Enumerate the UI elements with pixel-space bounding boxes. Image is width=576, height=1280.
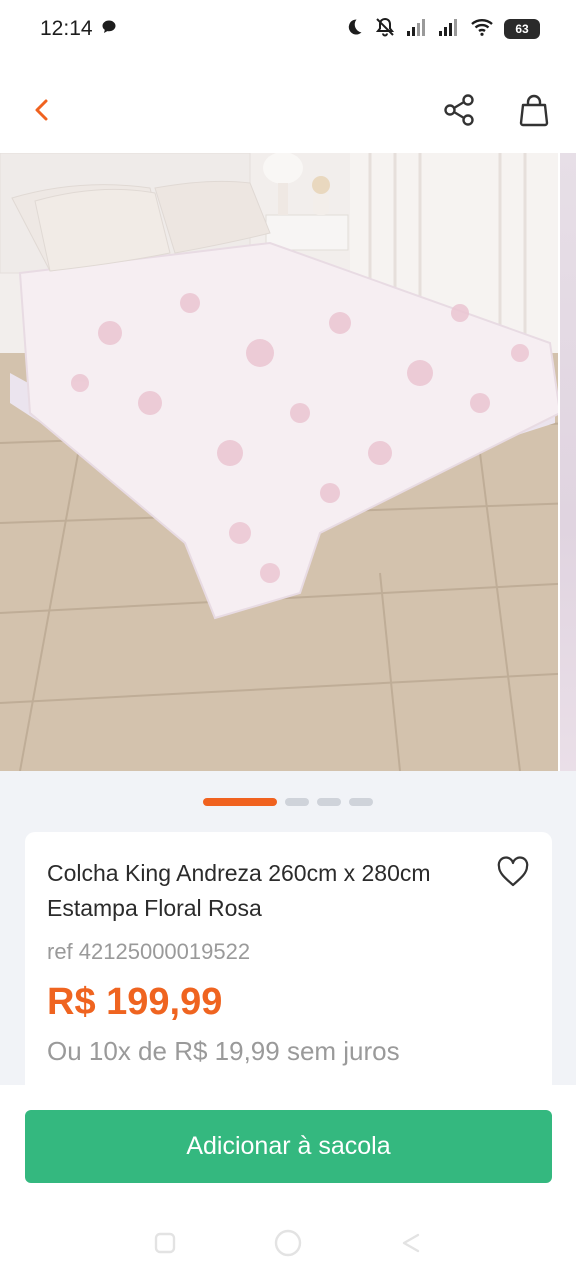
product-card: Colcha King Andreza 260cm x 280cm Estamp… <box>25 832 552 1085</box>
carousel-dot[interactable] <box>317 798 341 806</box>
chat-notification-icon <box>101 19 117 40</box>
carousel-indicator <box>0 798 576 806</box>
product-image[interactable] <box>0 153 576 771</box>
product-photo-bed <box>0 153 576 771</box>
product-ref: ref 42125000019522 <box>47 939 251 964</box>
carousel-dot[interactable] <box>349 798 373 806</box>
android-navigation-bar <box>0 1205 576 1280</box>
wifi-icon <box>470 17 494 42</box>
carousel-dot[interactable] <box>285 798 309 806</box>
signal-icon-sim1 <box>406 17 428 42</box>
status-icons: 63 <box>344 16 540 43</box>
shopping-bag-icon[interactable] <box>516 92 552 128</box>
status-left: 12:14 <box>40 17 117 41</box>
installments-text: Ou 10x de R$ 19,99 sem juros <box>47 1036 400 1066</box>
signal-icon-sim2 <box>438 17 460 42</box>
product-price: R$ 199,99 <box>47 981 223 1023</box>
recent-apps-icon[interactable] <box>152 1230 178 1256</box>
next-image-peek[interactable] <box>558 153 576 771</box>
silent-mode-icon <box>374 16 396 43</box>
product-title: Colcha King Andreza 260cm x 280cm Estamp… <box>47 860 431 921</box>
status-bar: 12:14 63 <box>0 0 576 58</box>
back-icon[interactable] <box>398 1230 424 1256</box>
home-icon[interactable] <box>272 1227 304 1259</box>
bottom-action-bar: Adicionar à sacola <box>0 1085 576 1205</box>
chevron-left-icon[interactable] <box>28 96 56 124</box>
heart-outline-icon[interactable] <box>496 856 530 888</box>
battery-indicator: 63 <box>504 19 540 39</box>
top-navigation <box>0 70 576 150</box>
add-to-bag-button[interactable]: Adicionar à sacola <box>25 1110 552 1183</box>
carousel-dot-active[interactable] <box>203 798 277 806</box>
top-navigation-actions <box>442 92 552 128</box>
share-icon[interactable] <box>442 92 478 128</box>
do-not-disturb-moon-icon <box>344 17 364 42</box>
status-time: 12:14 <box>40 17 93 40</box>
